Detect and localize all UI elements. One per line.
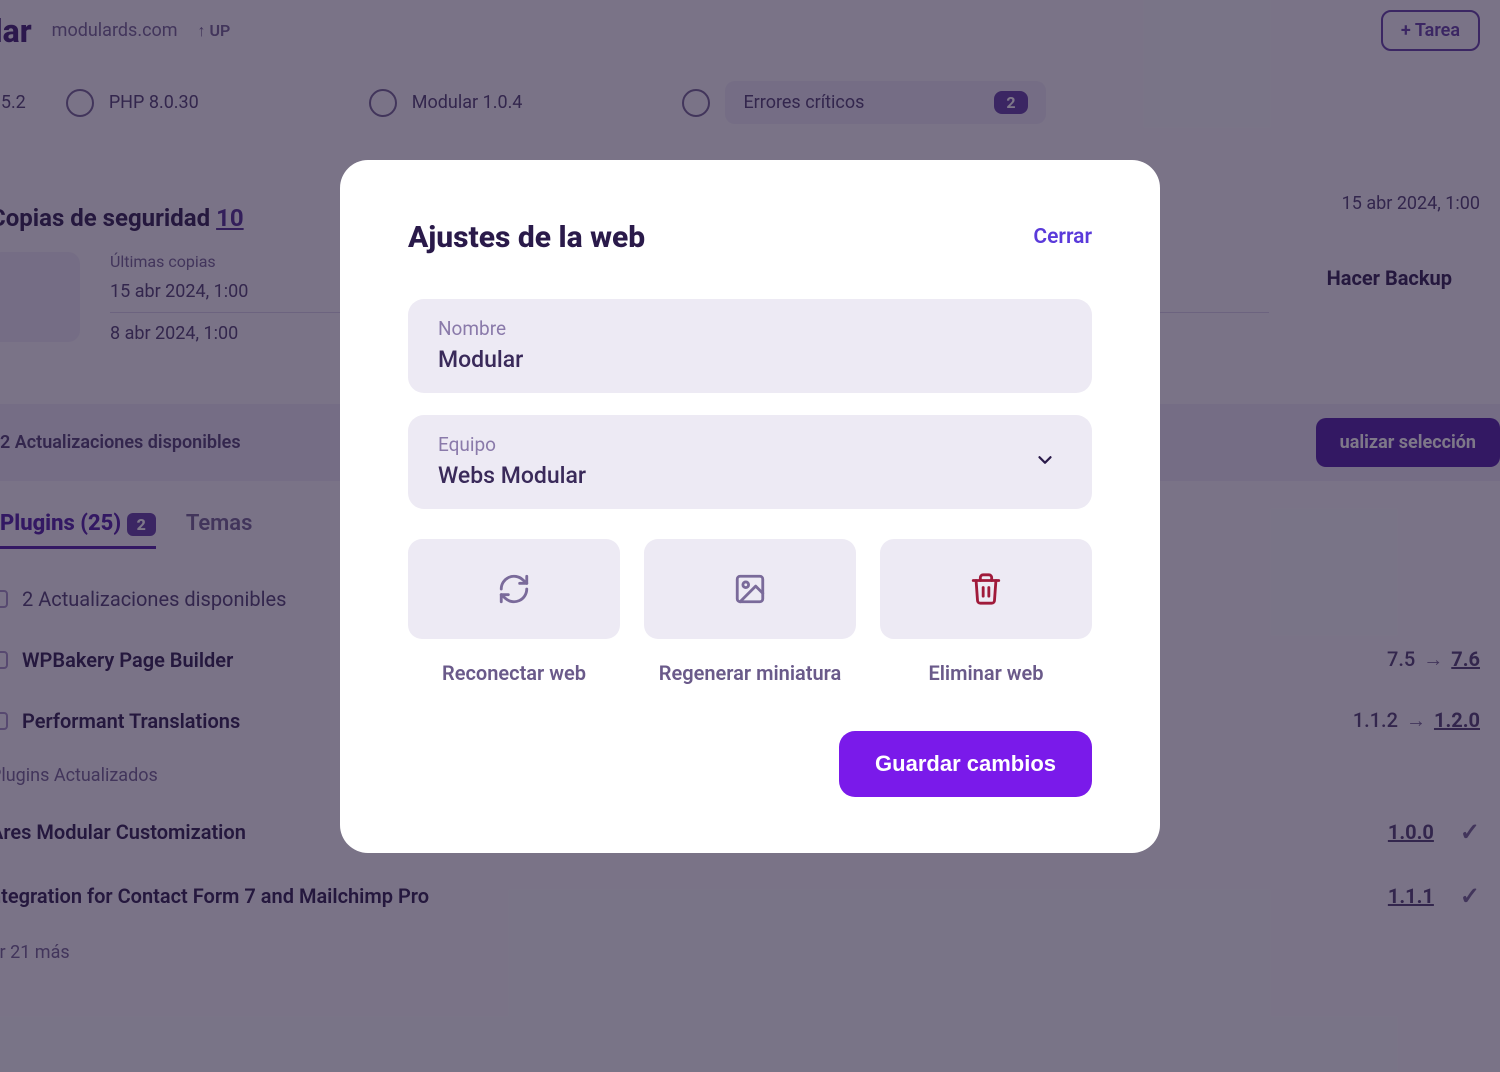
modal-header: Ajustes de la web Cerrar <box>408 220 1092 255</box>
delete-label: Eliminar web <box>880 659 1092 687</box>
reconnect-button[interactable] <box>408 539 620 639</box>
name-value: Modular <box>438 346 1062 373</box>
refresh-icon <box>497 572 531 606</box>
close-button[interactable]: Cerrar <box>1033 225 1092 249</box>
regenerate-label: Regenerar miniatura <box>644 659 856 687</box>
regenerate-button[interactable] <box>644 539 856 639</box>
modal-footer: Guardar cambios <box>408 731 1092 797</box>
delete-action: Eliminar web <box>880 539 1092 687</box>
team-value: Webs Modular <box>438 462 1062 489</box>
name-field[interactable]: Nombre Modular <box>408 299 1092 393</box>
reconnect-label: Reconectar web <box>408 659 620 687</box>
modal-overlay[interactable]: Ajustes de la web Cerrar Nombre Modular … <box>0 0 1500 1072</box>
team-select[interactable]: Equipo Webs Modular <box>408 415 1092 509</box>
regenerate-action: Regenerar miniatura <box>644 539 856 687</box>
reconnect-action: Reconectar web <box>408 539 620 687</box>
team-label: Equipo <box>438 433 1062 456</box>
action-row: Reconectar web Regenerar miniatura Elimi… <box>408 539 1092 687</box>
chevron-down-icon <box>1034 449 1056 475</box>
web-settings-modal: Ajustes de la web Cerrar Nombre Modular … <box>340 160 1160 853</box>
trash-icon <box>969 572 1003 606</box>
name-label: Nombre <box>438 317 1062 340</box>
delete-button[interactable] <box>880 539 1092 639</box>
modal-title: Ajustes de la web <box>408 220 645 255</box>
image-icon <box>733 572 767 606</box>
save-button[interactable]: Guardar cambios <box>839 731 1092 797</box>
